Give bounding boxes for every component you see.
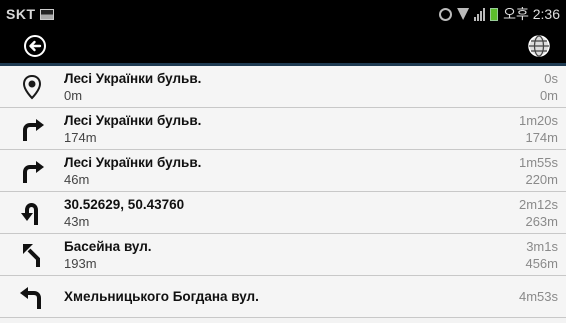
street-name: Басейна вул. [64, 238, 152, 254]
back-button[interactable] [22, 33, 48, 59]
cumulative-distance: 263m [525, 213, 558, 229]
turn-right-icon [23, 160, 44, 183]
clock: 오후 2:36 [503, 6, 560, 22]
cumulative-distance: 220m [525, 171, 558, 187]
cumulative-time: 1m55s [518, 154, 558, 170]
cumulative-time: 0s [544, 70, 558, 86]
direction-row[interactable]: Лесі Українки бульв. 46m 1m55s 220m [0, 150, 566, 192]
battery-icon [490, 7, 499, 21]
u-turn-left-icon [21, 202, 38, 225]
segment-distance: 46m [64, 171, 90, 187]
street-name: Лесі Українки бульв. [64, 154, 202, 170]
direction-row[interactable]: Лесі Українки бульв. 174m 1m20s 174m [0, 108, 566, 150]
signal-icon [474, 7, 486, 21]
segment-distance: 43m [64, 213, 90, 229]
cumulative-time: 2m12s [518, 196, 558, 212]
segment-distance: 174m [64, 129, 97, 145]
image-notification-icon [39, 8, 54, 20]
cumulative-time: 1m20s [518, 112, 558, 128]
back-arrow-icon [24, 34, 46, 57]
map-globe-button[interactable] [526, 33, 552, 59]
direction-row[interactable]: Басейна вул. 193m 3m1s 456m [0, 234, 566, 276]
directions-list: Лесі Українки бульв. 0m 0s 0m Лесі Украї… [0, 66, 566, 318]
street-name: Лесі Українки бульв. [64, 70, 202, 86]
slight-left-icon [23, 243, 40, 267]
status-bar: SKT 오후 2:36 [0, 0, 566, 28]
direction-row[interactable]: Хмельницького Богдана вул. 4m53s [0, 276, 566, 318]
street-name: Хмельницького Богдана вул. [64, 289, 259, 304]
segment-distance: 0m [64, 87, 83, 103]
segment-distance: 193m [64, 255, 97, 271]
cumulative-time: 3m1s [526, 238, 558, 254]
cumulative-distance: 456m [525, 255, 558, 271]
street-name: 30.52629, 50.43760 [64, 196, 185, 212]
street-name: Лесі Українки бульв. [64, 112, 202, 128]
toolbar [0, 28, 566, 66]
direction-row[interactable]: Лесі Українки бульв. 0m 0s 0m [0, 66, 566, 108]
cumulative-distance: 0m [539, 87, 558, 103]
direction-row[interactable]: 30.52629, 50.43760 43m 2m12s 263m [0, 192, 566, 234]
location-pin-icon [22, 74, 42, 99]
turn-right-icon [23, 118, 44, 141]
alarm-icon [439, 7, 453, 21]
wifi-icon [457, 8, 470, 20]
cumulative-time: 4m53s [518, 289, 558, 304]
turn-left-icon [20, 286, 41, 309]
cumulative-distance: 174m [525, 129, 558, 145]
carrier-label: SKT [6, 6, 36, 22]
globe-icon [528, 34, 550, 57]
